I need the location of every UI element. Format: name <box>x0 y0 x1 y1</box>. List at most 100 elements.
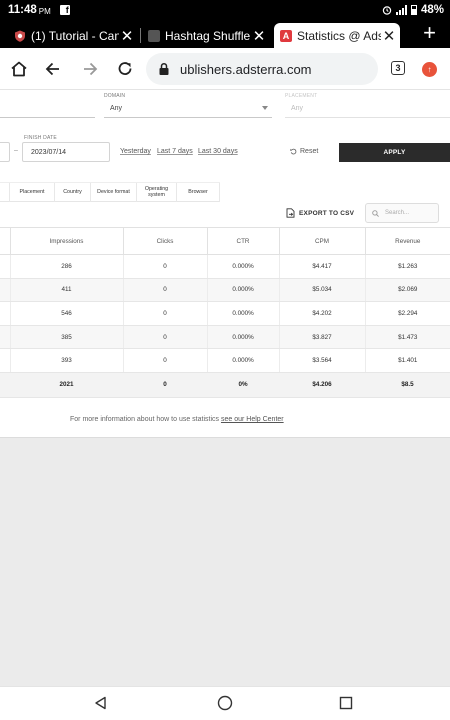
close-tab-icon[interactable]: ✕ <box>251 27 267 45</box>
apply-button[interactable]: APPLY <box>339 143 450 162</box>
table-cell: 0.000% <box>206 254 279 279</box>
table-cell <box>0 325 10 350</box>
tab-browser[interactable]: Browser <box>177 183 220 202</box>
table-cell: 0.000% <box>206 278 279 303</box>
preset-yesterday-link[interactable]: Yesterday <box>120 148 151 155</box>
column-header-cpm[interactable]: CPM <box>278 227 365 255</box>
table-cell: $3.564 <box>278 348 365 373</box>
statistics-page: DOMAIN Any PLACEMENT Any – FINISH DATE 2… <box>0 90 450 438</box>
table-row: 286 0 0.000% $4.417 $1.263 <box>0 254 450 279</box>
domain-select[interactable]: Any <box>104 100 272 118</box>
table-cell: 411 <box>9 278 123 303</box>
reset-label: Reset <box>300 148 319 155</box>
column-header-impressions[interactable]: Impressions <box>9 227 123 255</box>
finish-date-input[interactable]: 2023/07/14 <box>22 142 110 162</box>
table-cell: 0.000% <box>206 348 279 373</box>
placement-label: PLACEMENT <box>285 93 318 99</box>
new-tab-icon[interactable]: + <box>423 22 436 44</box>
table-cell: 0 <box>122 348 207 373</box>
column-header-clicks[interactable]: Clicks <box>122 227 207 255</box>
start-date-input[interactable] <box>0 142 10 162</box>
table-total-cell <box>0 372 10 398</box>
browser-tab-hashtag[interactable]: Hashtag Shuffle | F ✕ <box>142 23 270 48</box>
group-by-tabs: Placement Country Device format Operatin… <box>0 182 220 202</box>
export-csv-button[interactable]: EXPORT TO CSV <box>286 208 354 218</box>
table-cell: $1.263 <box>364 254 450 279</box>
help-center-link[interactable]: see our Help Center <box>221 416 284 423</box>
table-total-row: 2021 0 0% $4.206 $8.5 <box>0 372 450 398</box>
table-cell: $2.069 <box>364 278 450 303</box>
reload-icon[interactable] <box>115 59 135 79</box>
home-circle-icon[interactable] <box>217 695 233 711</box>
table-cell: 0 <box>122 325 207 350</box>
tab-country[interactable]: Country <box>55 183 91 202</box>
status-ampm: PM <box>38 6 51 16</box>
address-url[interactable]: ublishers.adsterra.com <box>180 62 312 77</box>
close-tab-icon[interactable]: ✕ <box>119 27 135 45</box>
close-tab-icon[interactable]: ✕ <box>381 27 397 45</box>
table-header-row: Impressions Clicks CTR CPM Revenue <box>0 227 450 255</box>
table-cell: 286 <box>9 254 123 279</box>
back-arrow-icon[interactable] <box>43 59 63 79</box>
table-total-cell: 0 <box>123 372 207 398</box>
table-cell: 0 <box>122 278 207 303</box>
preset-last-7-days-link[interactable]: Last 7 days <box>157 148 193 155</box>
table-cell: 385 <box>9 325 123 350</box>
help-footnote: For more information about how to use st… <box>70 416 284 423</box>
table-cell <box>0 278 10 303</box>
column-header-revenue[interactable]: Revenue <box>364 227 450 255</box>
search-placeholder: Search... <box>385 210 410 216</box>
tab-switcher-button[interactable]: 3 <box>391 61 405 75</box>
browser-tab-strip: (1) Tutorial - Can E ✕ Hashtag Shuffle |… <box>0 20 450 48</box>
browser-tab-tutorial[interactable]: (1) Tutorial - Can E ✕ <box>8 23 141 48</box>
tab-placement[interactable]: Placement <box>10 183 55 202</box>
table-cell <box>0 301 10 326</box>
tab-title: Hashtag Shuffle | F <box>165 28 251 43</box>
search-input[interactable]: Search... <box>365 203 439 223</box>
table-total-cell: 2021 <box>10 372 123 398</box>
previous-filter-select[interactable] <box>0 100 95 118</box>
status-bar: 11:48 PM f 48% <box>0 0 450 20</box>
finish-date-label: FINISH DATE <box>24 135 57 141</box>
extension-icon[interactable]: ↑ <box>422 62 437 77</box>
table-cell <box>0 254 10 279</box>
table-total-cell: $8.5 <box>365 372 450 398</box>
tab-operating-system[interactable]: Operating system <box>137 183 177 202</box>
reset-icon <box>290 148 297 155</box>
back-triangle-icon[interactable] <box>94 696 108 710</box>
alarm-icon <box>382 6 392 15</box>
table-cell: $4.417 <box>278 254 365 279</box>
address-bar[interactable]: ublishers.adsterra.com <box>146 53 378 85</box>
table-total-cell: 0% <box>207 372 279 398</box>
browser-tab-statistics[interactable]: A Statistics @ Adster ✕ <box>274 23 400 48</box>
tab-title: (1) Tutorial - Can E <box>31 28 119 43</box>
tab-title: Statistics @ Adster <box>297 28 381 43</box>
forward-arrow-icon[interactable] <box>80 59 100 79</box>
lock-icon[interactable] <box>158 62 170 76</box>
column-header-ctr[interactable]: CTR <box>206 227 279 255</box>
signal-icon <box>395 5 407 15</box>
tab-previous[interactable] <box>0 183 10 202</box>
table-cell: 0 <box>122 254 207 279</box>
placement-select[interactable]: Any <box>285 100 450 118</box>
table-cell: $5.034 <box>278 278 365 303</box>
statistics-table: Impressions Clicks CTR CPM Revenue 286 0… <box>0 227 450 398</box>
tab-device-format[interactable]: Device format <box>91 183 137 202</box>
table-cell: 546 <box>9 301 123 326</box>
recents-square-icon[interactable] <box>339 696 353 710</box>
column-header[interactable] <box>0 227 10 255</box>
battery-percent: 48% <box>420 4 444 16</box>
reset-button[interactable]: Reset <box>290 148 318 155</box>
table-total-cell: $4.206 <box>279 372 365 398</box>
table-cell: 393 <box>9 348 123 373</box>
table-row: 411 0 0.000% $5.034 $2.069 <box>0 278 450 303</box>
table-row: 393 0 0.000% $3.564 $1.401 <box>0 348 450 373</box>
table-cell: 0.000% <box>206 325 279 350</box>
preset-last-30-days-link[interactable]: Last 30 days <box>198 148 238 155</box>
table-cell: 0.000% <box>206 301 279 326</box>
home-icon[interactable] <box>9 59 29 79</box>
table-cell: $3.827 <box>278 325 365 350</box>
search-icon <box>372 209 379 217</box>
table-cell: 0 <box>122 301 207 326</box>
table-cell <box>0 348 10 373</box>
